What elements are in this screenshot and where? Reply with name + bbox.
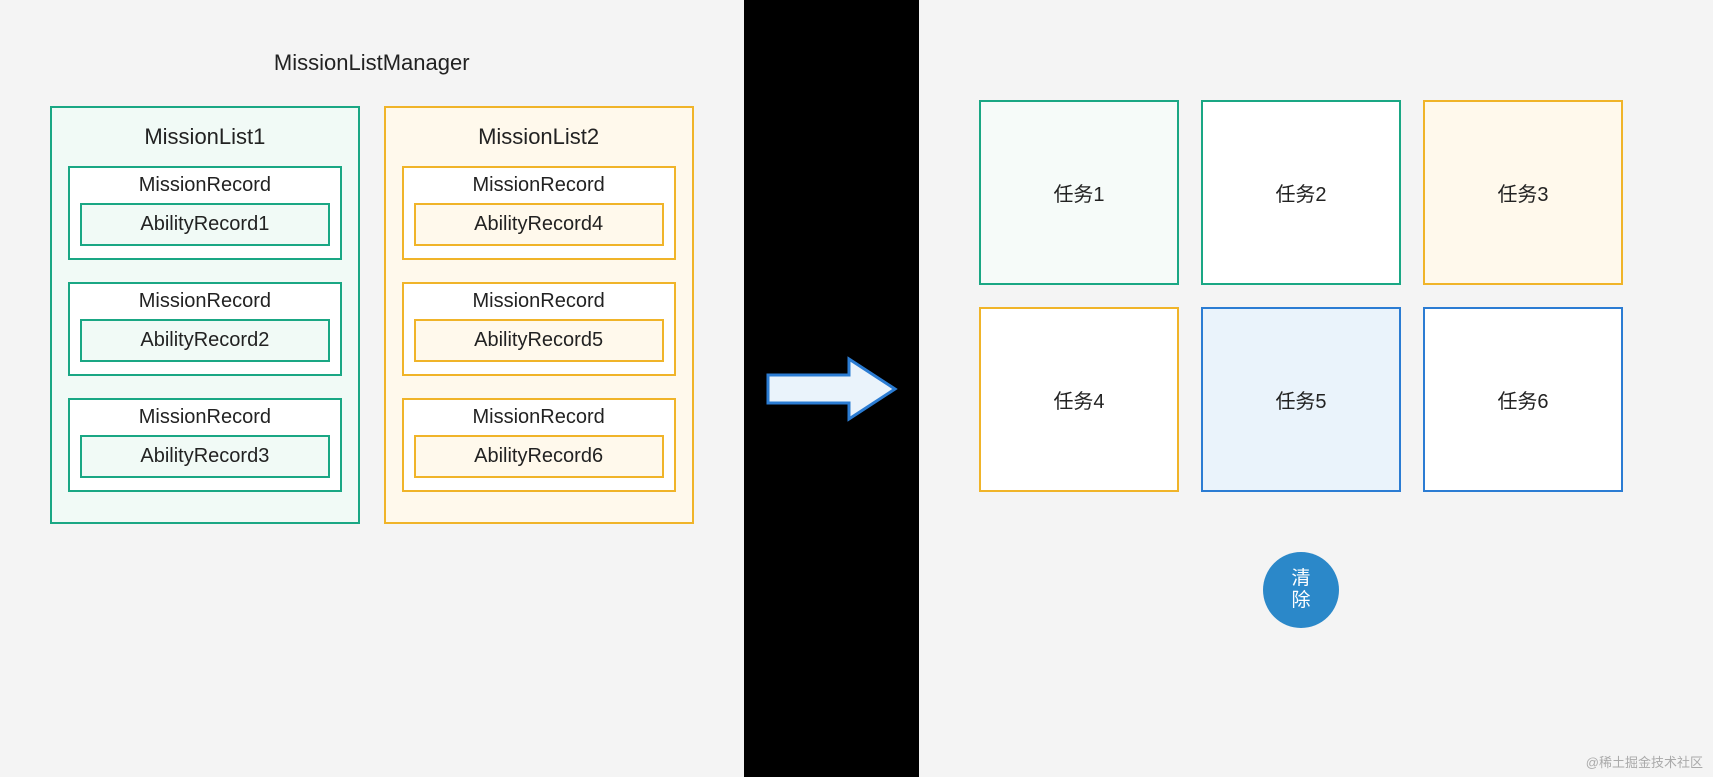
mission-list-1-title: MissionList1 [62,124,348,150]
mission-record-title: MissionRecord [414,174,664,197]
ability-record: AbilityRecord3 [80,435,330,478]
ability-record: AbilityRecord6 [414,435,664,478]
task-card-5: 任务5 [1201,307,1401,492]
mission-record: MissionRecord AbilityRecord1 [68,166,342,260]
task-card-label: 任务5 [1275,385,1326,414]
clear-button-label: 清 除 [1291,568,1310,612]
clear-button[interactable]: 清 除 [1263,552,1339,628]
task-grid: 任务1 任务2 任务3 任务4 任务5 任务6 [979,100,1623,492]
left-panel: MissionListManager MissionList1 MissionR… [0,0,744,777]
task-card-1: 任务1 [979,100,1179,285]
mission-list-2-title: MissionList2 [396,124,682,150]
ability-record: AbilityRecord5 [414,319,664,362]
right-panel: 任务1 任务2 任务3 任务4 任务5 任务6 清 除 [919,0,1713,777]
mission-record-title: MissionRecord [80,290,330,313]
task-card-label: 任务4 [1053,385,1104,414]
watermark-text: @稀土掘金技术社区 [1586,752,1703,771]
task-card-4: 任务4 [979,307,1179,492]
task-card-3: 任务3 [1423,100,1623,285]
mission-record: MissionRecord AbilityRecord6 [402,398,676,492]
task-card-label: 任务1 [1053,178,1104,207]
mission-record: MissionRecord AbilityRecord2 [68,282,342,376]
diagram-canvas: MissionListManager MissionList1 MissionR… [0,0,1713,777]
ability-record: AbilityRecord2 [80,319,330,362]
manager-title: MissionListManager [50,50,694,76]
mission-record: MissionRecord AbilityRecord3 [68,398,342,492]
mission-list-2: MissionList2 MissionRecord AbilityRecord… [384,106,694,524]
task-card-label: 任务6 [1497,385,1548,414]
mission-record-title: MissionRecord [80,406,330,429]
mission-record-title: MissionRecord [414,290,664,313]
center-divider [744,0,920,777]
mission-list-1: MissionList1 MissionRecord AbilityRecord… [50,106,360,524]
ability-record: AbilityRecord4 [414,203,664,246]
task-card-6: 任务6 [1423,307,1623,492]
arrow-right-icon [764,353,899,425]
mission-record: MissionRecord AbilityRecord4 [402,166,676,260]
task-card-2: 任务2 [1201,100,1401,285]
mission-record: MissionRecord AbilityRecord5 [402,282,676,376]
task-card-label: 任务3 [1497,178,1548,207]
mission-lists-row: MissionList1 MissionRecord AbilityRecord… [50,106,694,524]
mission-record-title: MissionRecord [80,174,330,197]
ability-record: AbilityRecord1 [80,203,330,246]
task-card-label: 任务2 [1275,178,1326,207]
mission-record-title: MissionRecord [414,406,664,429]
